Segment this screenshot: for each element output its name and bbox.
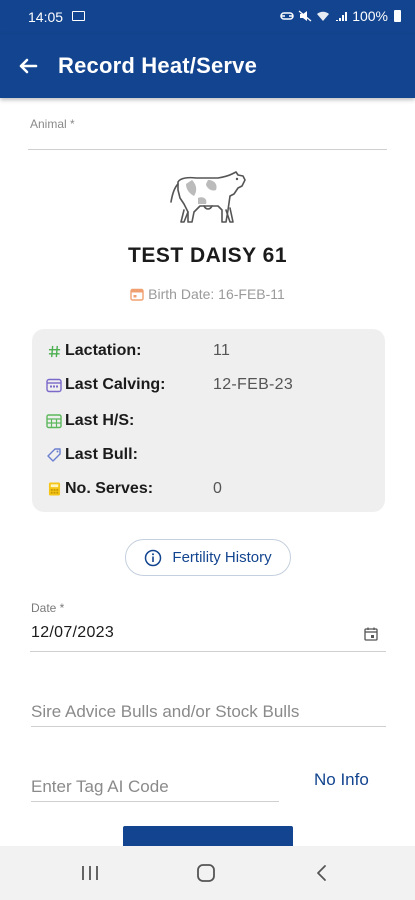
no-serves-value: 0 [213,480,223,497]
app-bar: Record Heat/Serve [0,34,415,98]
last-hs-label: Last H/S: [65,412,135,429]
page-title: Record Heat/Serve [58,53,258,78]
gallery-notification-icon [72,11,85,21]
last-bull-label: Last Bull: [65,446,138,463]
nav-back-icon[interactable] [314,863,330,883]
tag-ai-code-input[interactable] [31,772,279,802]
tag-icon [44,445,64,465]
fertility-history-button[interactable]: Fertility History [125,539,291,576]
battery-percent: 100% [352,8,388,24]
date-field-label: Date * [31,601,65,615]
birth-date-row: Birth Date: 16-FEB-11 [0,286,415,302]
signal-icon [336,12,348,21]
animal-field[interactable] [28,149,387,150]
info-circle-icon [145,549,162,566]
birth-calendar-icon [130,288,144,301]
home-icon[interactable] [196,863,216,883]
animal-field-label: Animal * [30,117,75,131]
hash-icon [44,341,64,361]
lactation-value: 11 [213,342,231,359]
recent-apps-icon[interactable] [80,864,100,882]
info-row-no-serves: No. Serves: 0 [44,478,374,500]
no-serves-label: No. Serves: [65,480,154,497]
last-calving-value: 12-FEB-23 [213,376,294,393]
info-row-last-bull: Last Bull: [44,444,374,466]
system-nav-bar [0,846,415,900]
sire-bulls-input[interactable] [31,697,386,727]
status-bar: 14:05 100% [0,0,415,34]
lactation-label: Lactation: [65,342,142,359]
cow-icon [170,171,246,223]
status-time: 14:05 [28,9,64,25]
date-field-underline [30,651,386,652]
fertility-history-label: Fertility History [172,549,272,566]
animal-name: TEST DAISY 61 [128,244,287,267]
calendar-picker-icon[interactable] [364,627,378,641]
last-calving-label: Last Calving: [65,376,166,393]
calculator-icon [44,479,64,499]
back-arrow-icon[interactable] [14,52,42,80]
birth-date-text: Birth Date: 16-FEB-11 [148,286,285,302]
calendar-icon [44,375,64,395]
info-row-last-hs: Last H/S: [44,410,374,432]
wifi-icon [317,11,330,21]
link-icon [280,12,294,20]
status-icons: 100% [280,8,401,24]
date-field[interactable]: 12/07/2023 [31,624,114,642]
calendar-grid-icon [44,411,64,431]
animal-info-card: Lactation: 11 Last Calving: 12-FEB-23 La… [32,329,385,512]
info-row-last-calving: Last Calving: 12-FEB-23 [44,374,374,396]
mute-icon [298,10,312,22]
battery-icon [394,10,401,22]
no-info-button[interactable]: No Info [314,770,369,790]
info-row-lactation: Lactation: 11 [44,340,374,362]
